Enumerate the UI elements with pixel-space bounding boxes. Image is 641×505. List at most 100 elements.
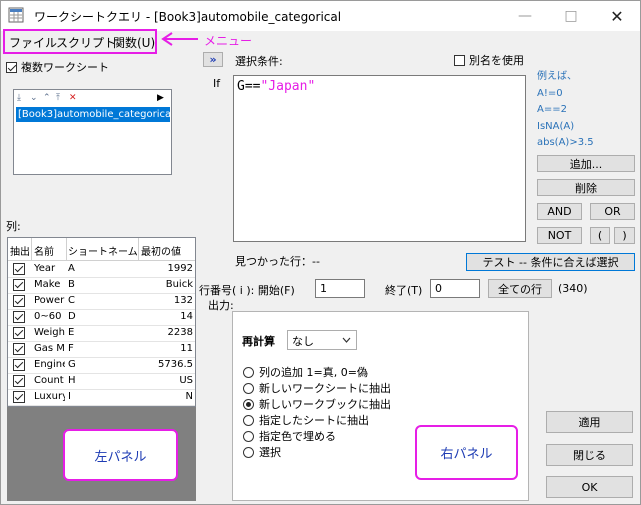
- extract-checkbox[interactable]: [13, 343, 25, 355]
- right-paren-button[interactable]: ): [614, 227, 635, 244]
- extract-checkbox[interactable]: [13, 295, 25, 307]
- grid-cell-name[interactable]: Make: [34, 279, 65, 290]
- output-option-radio[interactable]: [243, 414, 254, 426]
- extract-checkbox[interactable]: [13, 375, 25, 387]
- grid-row[interactable]: Weigh E 2238: [8, 325, 195, 342]
- grid-cell-first[interactable]: 5736.5: [141, 359, 193, 370]
- grid-row[interactable]: Power C 132: [8, 293, 195, 310]
- play-icon[interactable]: ▶: [157, 93, 164, 103]
- grid-cell-first[interactable]: N: [141, 391, 193, 402]
- output-option-label: 選択: [259, 446, 281, 459]
- grid-cell-name[interactable]: Luxury: [34, 391, 65, 402]
- grid-cell-short[interactable]: E: [68, 327, 128, 338]
- arrow-up-top-icon[interactable]: ⤒: [56, 93, 67, 103]
- grid-header-name[interactable]: 名前: [34, 243, 66, 258]
- alias-option[interactable]: 別名を使用: [454, 52, 524, 68]
- output-option-radio[interactable]: [243, 398, 254, 410]
- grid-cell-name[interactable]: Gas M: [34, 343, 65, 354]
- close-icon[interactable]: ✕: [594, 1, 640, 31]
- alias-checkbox[interactable]: [454, 54, 465, 66]
- arrow-up-icon[interactable]: ⌃: [43, 93, 54, 103]
- output-option[interactable]: 新しいワークブックに抽出: [243, 396, 391, 412]
- grid-row[interactable]: Luxury I N: [8, 389, 195, 406]
- output-option[interactable]: 指定したシートに抽出: [243, 412, 369, 428]
- grid-row[interactable]: Make B Buick: [8, 277, 195, 294]
- output-option-radio[interactable]: [243, 366, 254, 378]
- grid-header-extract[interactable]: 抽出: [10, 243, 32, 258]
- grid-cell-first[interactable]: Buick: [141, 279, 193, 290]
- extract-checkbox[interactable]: [13, 391, 25, 403]
- grid-cell-name[interactable]: Engine: [34, 359, 65, 370]
- grid-row[interactable]: Engine G 5736.5: [8, 357, 195, 374]
- output-option-radio[interactable]: [243, 446, 254, 458]
- grid-row[interactable]: Gas M F 11: [8, 341, 195, 358]
- extract-checkbox[interactable]: [13, 359, 25, 371]
- output-option-label: 指定したシートに抽出: [259, 414, 369, 427]
- grid-cell-short[interactable]: F: [68, 343, 128, 354]
- grid-cell-short[interactable]: D: [68, 311, 128, 322]
- arrow-down-bottom-icon[interactable]: ⤓: [17, 93, 28, 103]
- output-option[interactable]: 指定色で埋める: [243, 428, 336, 444]
- grid-cell-name[interactable]: Power: [34, 295, 65, 306]
- not-button[interactable]: NOT: [537, 227, 582, 244]
- grid-cell-name[interactable]: Count: [34, 375, 65, 386]
- if-label: If: [213, 77, 221, 90]
- condition-input[interactable]: [233, 75, 526, 242]
- hint-line: 例えば、: [537, 71, 577, 82]
- row-start-input[interactable]: 1: [315, 279, 365, 298]
- apply-button[interactable]: 適用: [546, 411, 633, 433]
- grid-cell-first[interactable]: 132: [141, 295, 193, 306]
- left-paren-button[interactable]: (: [590, 227, 610, 244]
- menu-script[interactable]: スクリプト: [56, 34, 116, 51]
- delete-icon[interactable]: ✕: [69, 93, 80, 103]
- add-button[interactable]: 追加...: [537, 155, 635, 172]
- grid-cell-first[interactable]: 14: [141, 311, 193, 322]
- output-option[interactable]: 新しいワークシートに抽出: [243, 380, 391, 396]
- hint-line: A!=0: [537, 87, 563, 99]
- output-option-radio[interactable]: [243, 430, 254, 442]
- grid-cell-short[interactable]: H: [68, 375, 128, 386]
- all-rows-button[interactable]: 全ての行: [488, 279, 552, 298]
- grid-cell-name[interactable]: 0~60 r: [34, 311, 65, 322]
- output-option[interactable]: 列の追加 1=真, 0=偽: [243, 364, 368, 380]
- grid-cell-short[interactable]: C: [68, 295, 128, 306]
- row-end-input[interactable]: 0: [430, 279, 480, 298]
- grid-cell-first[interactable]: 11: [141, 343, 193, 354]
- grid-row[interactable]: Year A 1992: [8, 261, 195, 278]
- ok-button[interactable]: OK: [546, 476, 633, 498]
- delete-button[interactable]: 削除: [537, 179, 635, 196]
- grid-header-short[interactable]: ショートネーム: [68, 243, 138, 258]
- extract-checkbox[interactable]: [13, 311, 25, 323]
- grid-row[interactable]: Count H US: [8, 373, 195, 390]
- arrow-down-icon[interactable]: ⌄: [30, 93, 41, 103]
- maximize-icon[interactable]: □: [548, 1, 594, 31]
- minimize-icon[interactable]: —: [502, 1, 548, 31]
- close-button[interactable]: 閉じる: [546, 444, 633, 466]
- grid-header-first[interactable]: 最初の値: [141, 243, 195, 258]
- multi-sheet-option[interactable]: 複数ワークシート: [6, 59, 109, 75]
- menu-function[interactable]: 関数(U): [113, 34, 155, 51]
- extract-checkbox[interactable]: [13, 263, 25, 275]
- grid-cell-name[interactable]: Year: [34, 263, 65, 274]
- extract-checkbox[interactable]: [13, 279, 25, 291]
- test-button[interactable]: テスト -- 条件に合えば選択: [466, 253, 635, 271]
- grid-cell-short[interactable]: B: [68, 279, 128, 290]
- or-button[interactable]: OR: [590, 203, 635, 220]
- output-option[interactable]: 選択: [243, 444, 281, 460]
- grid-row[interactable]: 0~60 rD 14: [8, 309, 195, 326]
- multi-sheet-checkbox[interactable]: [6, 61, 17, 73]
- grid-cell-short[interactable]: I: [68, 391, 128, 402]
- grid-cell-first[interactable]: 2238: [141, 327, 193, 338]
- grid-cell-short[interactable]: G: [68, 359, 128, 370]
- extract-checkbox[interactable]: [13, 327, 25, 339]
- sheet-list-item[interactable]: [Book3]automobile_categorica: [16, 107, 170, 122]
- recalc-select[interactable]: なし: [287, 330, 357, 350]
- grid-cell-name[interactable]: Weigh: [34, 327, 65, 338]
- grid-cell-short[interactable]: A: [68, 263, 128, 274]
- expand-button[interactable]: »: [203, 52, 223, 67]
- grid-cell-first[interactable]: US: [141, 375, 193, 386]
- and-button[interactable]: AND: [537, 203, 582, 220]
- menu-file[interactable]: ファイル: [9, 34, 57, 51]
- grid-cell-first[interactable]: 1992: [141, 263, 193, 274]
- output-option-radio[interactable]: [243, 382, 254, 394]
